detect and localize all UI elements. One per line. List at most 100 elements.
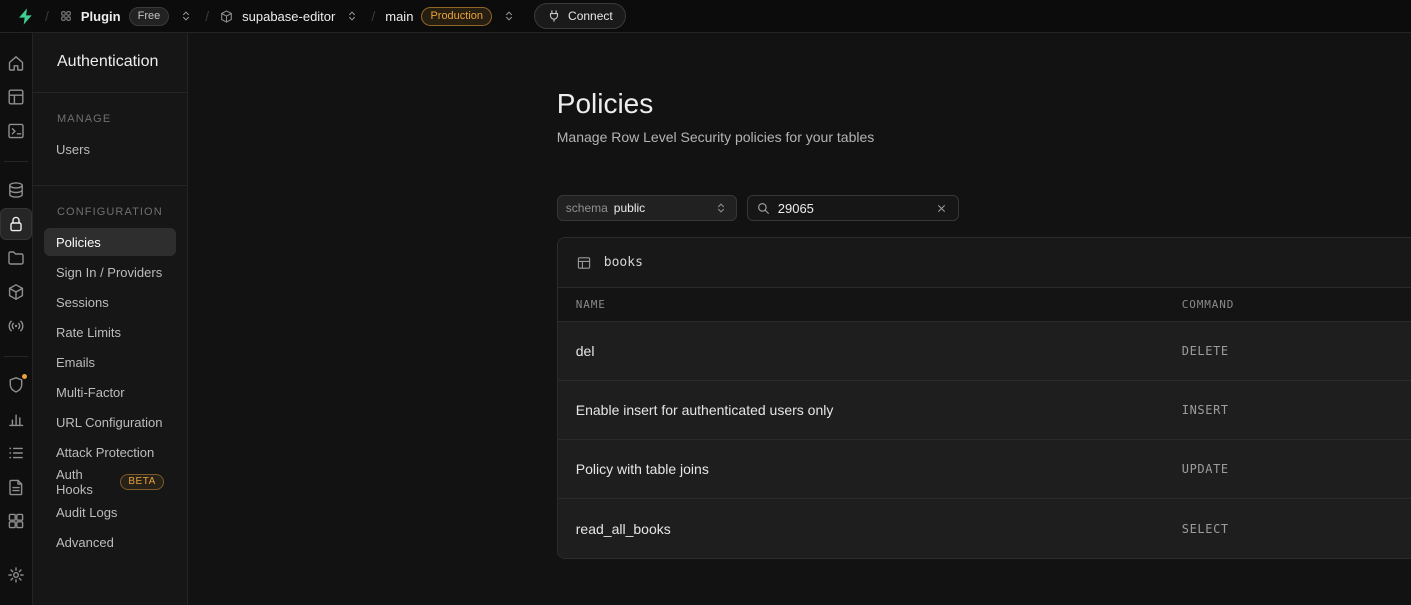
sidebar-title: Authentication (33, 33, 187, 93)
sidebar-item-url-configuration[interactable]: URL Configuration (44, 408, 176, 436)
schema-select-label: schema (566, 201, 608, 215)
logs-icon (6, 443, 26, 463)
sidebar-item-multi-factor[interactable]: Multi-Factor (44, 378, 176, 406)
sidebar-item-emails[interactable]: Emails (44, 348, 176, 376)
api-docs-icon (6, 477, 26, 497)
search-icon (756, 201, 771, 216)
sidebar-item-label: Sessions (56, 295, 109, 310)
sidebar-item-rate-limits[interactable]: Rate Limits (44, 318, 176, 346)
sidebar-item-label: Users (56, 142, 90, 157)
primary-nav-rail (0, 33, 33, 605)
nav-sql-editor[interactable] (0, 115, 32, 147)
close-icon (935, 202, 948, 215)
breadcrumb-branch: main Production (385, 7, 518, 26)
schema-select[interactable]: schema public (557, 195, 737, 221)
chevrons-up-down-icon (345, 9, 359, 23)
policy-search (747, 195, 959, 221)
clear-search-button[interactable] (933, 200, 950, 217)
nav-settings[interactable] (0, 559, 32, 591)
sidebar-item-audit-logs[interactable]: Audit Logs (44, 498, 176, 526)
sidebar-item-auth-hooks[interactable]: Auth HooksBETA (44, 468, 176, 496)
breadcrumb-project: supabase-editor (219, 7, 361, 25)
page-subtitle: Manage Row Level Security policies for y… (557, 129, 1411, 145)
nav-integrations[interactable] (0, 505, 32, 537)
policy-command: UPDATE (1182, 462, 1411, 476)
sidebar-item-sign-in-providers[interactable]: Sign In / Providers (44, 258, 176, 286)
search-input[interactable] (778, 201, 926, 216)
sidebar-item-label: Emails (56, 355, 95, 370)
column-header-name: NAME (558, 298, 1182, 311)
beta-badge: BETA (120, 474, 163, 490)
connect-button[interactable]: Connect (534, 3, 626, 29)
auth-icon (6, 214, 26, 234)
table-column-header: NAME COMMAND (558, 288, 1411, 322)
realtime-icon (6, 316, 26, 336)
branch-name[interactable]: main (385, 9, 413, 24)
project-name[interactable]: supabase-editor (242, 9, 335, 24)
integrations-icon (6, 511, 26, 531)
nav-api-docs[interactable] (0, 471, 32, 503)
supabase-logo-icon[interactable] (16, 7, 35, 26)
rail-divider (4, 161, 28, 162)
policy-command: SELECT (1182, 522, 1411, 536)
nav-edge-functions[interactable] (0, 276, 32, 308)
connect-button-label: Connect (568, 9, 613, 23)
nav-logs[interactable] (0, 437, 32, 469)
table-card-header: books (558, 238, 1411, 288)
table-name: books (604, 255, 643, 270)
breadcrumb-org: Plugin Free (59, 7, 195, 26)
breadcrumb-separator: / (371, 8, 375, 24)
sidebar-item-policies[interactable]: Policies (44, 228, 176, 256)
org-name[interactable]: Plugin (81, 9, 121, 24)
sidebar-item-advanced[interactable]: Advanced (44, 528, 176, 556)
sidebar-item-label: URL Configuration (56, 415, 162, 430)
sidebar-item-attack-protection[interactable]: Attack Protection (44, 438, 176, 466)
sidebar-item-label: Sign In / Providers (56, 265, 162, 280)
filter-bar: schema public (557, 195, 1411, 221)
topbar: / Plugin Free / supabase-editor / main P… (0, 0, 1411, 33)
table-row[interactable]: Enable insert for authenticated users on… (558, 381, 1411, 440)
org-switcher-button[interactable] (177, 7, 195, 25)
database-icon (6, 180, 26, 200)
nav-database[interactable] (0, 174, 32, 206)
sidebar-item-label: Rate Limits (56, 325, 121, 340)
nav-auth[interactable] (0, 208, 32, 240)
table-row[interactable]: read_all_booksSELECT (558, 499, 1411, 558)
nav-table-editor[interactable] (0, 81, 32, 113)
chevrons-up-down-icon (714, 201, 728, 215)
nav-reports[interactable] (0, 403, 32, 435)
sidebar-item-users[interactable]: Users (44, 135, 176, 163)
nav-realtime[interactable] (0, 310, 32, 342)
nav-storage[interactable] (0, 242, 32, 274)
settings-icon (6, 565, 26, 585)
policies-table-card: books NAME COMMAND delDELETEEnable inser… (557, 237, 1411, 559)
main-content: Policies Manage Row Level Security polic… (188, 33, 1411, 605)
sidebar-item-label: Auth Hooks (56, 467, 120, 497)
section-label: CONFIGURATION (33, 186, 187, 228)
auth-sidebar: Authentication MANAGE Users CONFIGURATION P… (33, 33, 188, 605)
policy-name: read_all_books (558, 521, 1182, 537)
policy-name: Policy with table joins (558, 461, 1182, 477)
nav-home[interactable] (0, 47, 32, 79)
column-header-command: COMMAND (1182, 298, 1411, 311)
reports-icon (6, 409, 26, 429)
branch-switcher-button[interactable] (500, 7, 518, 25)
section-label: MANAGE (33, 93, 187, 135)
sidebar-item-sessions[interactable]: Sessions (44, 288, 176, 316)
sidebar-item-label: Policies (56, 235, 101, 250)
table-row[interactable]: delDELETE (558, 322, 1411, 381)
breadcrumb-separator: / (45, 8, 49, 24)
policy-command: DELETE (1182, 344, 1411, 358)
nav-advisors[interactable] (0, 369, 32, 401)
sql-editor-icon (6, 121, 26, 141)
notification-dot (21, 373, 28, 380)
schema-select-value: public (614, 201, 645, 215)
sidebar-item-label: Attack Protection (56, 445, 154, 460)
table-row[interactable]: Policy with table joinsUPDATE (558, 440, 1411, 499)
plug-icon (547, 9, 561, 23)
sidebar-section-manage: MANAGE Users (33, 93, 187, 186)
project-switcher-button[interactable] (343, 7, 361, 25)
sidebar-item-label: Audit Logs (56, 505, 117, 520)
sidebar-section-configuration: CONFIGURATION Policies Sign In / Providers… (33, 186, 187, 578)
sidebar-item-label: Multi-Factor (56, 385, 125, 400)
